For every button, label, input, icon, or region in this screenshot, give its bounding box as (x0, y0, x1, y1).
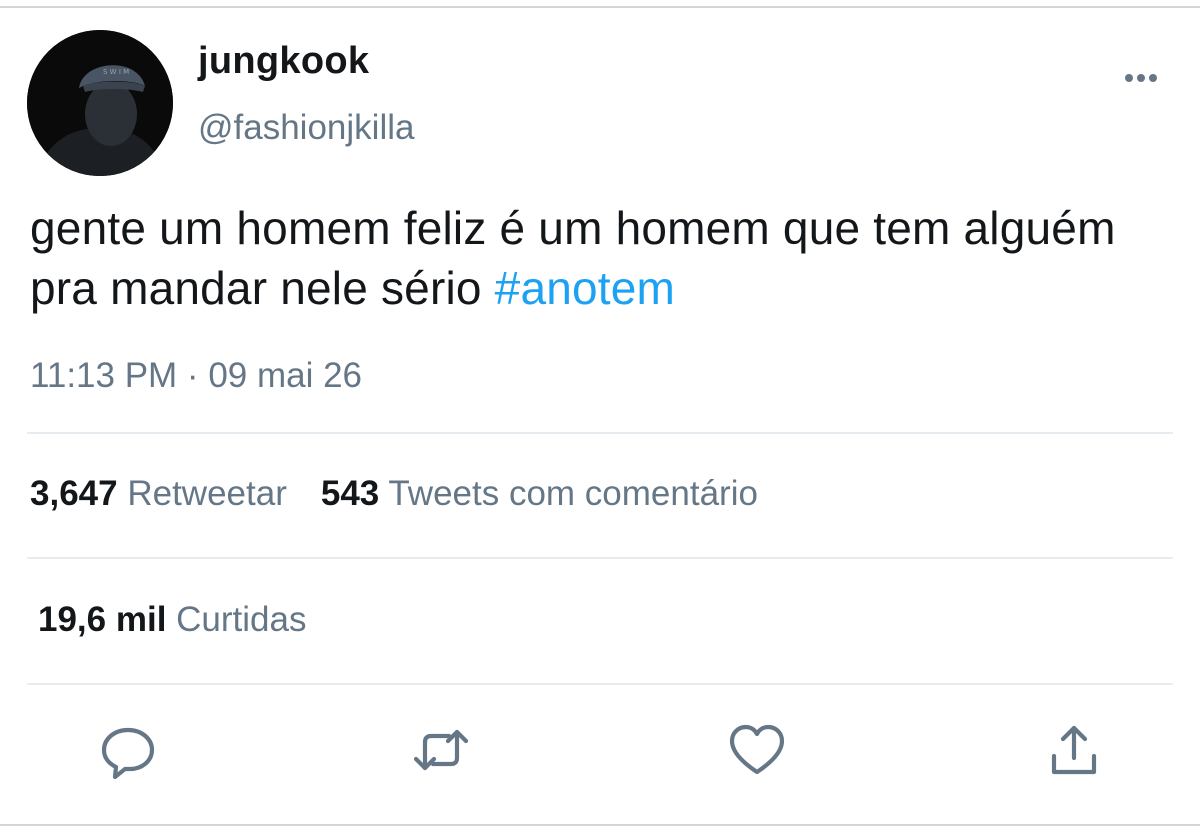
more-options-button[interactable] (1118, 62, 1164, 92)
svg-text:S W I M: S W I M (103, 68, 129, 76)
retweets-count: 3,647 (30, 474, 118, 513)
likes-stat[interactable]: 19,6 mil Curtidas (38, 600, 306, 640)
retweet-button[interactable] (411, 720, 471, 780)
display-name[interactable]: jungkook (198, 40, 369, 83)
retweets-stat[interactable]: 3,647 Retweetar (30, 474, 287, 513)
quote-tweets-stat[interactable]: 543 Tweets com comentário (321, 474, 758, 513)
top-divider (0, 6, 1200, 8)
share-icon (1051, 725, 1097, 775)
quote-tweets-count: 543 (320, 474, 380, 513)
more-dots-icon (1125, 74, 1157, 82)
user-handle[interactable]: @fashionjkilla (198, 108, 414, 148)
retweet-icon (413, 729, 469, 771)
likes-count: 19,6 mil (38, 600, 167, 639)
divider (27, 683, 1173, 685)
avatar[interactable]: S W I M (27, 30, 173, 176)
tweet-text: gente um homem feliz é um homem que tem … (30, 198, 1170, 318)
likes-label: Curtidas (176, 600, 307, 639)
bottom-divider (0, 824, 1200, 826)
reply-icon (101, 727, 155, 780)
reply-button[interactable] (98, 720, 158, 780)
like-icon (729, 724, 785, 775)
retweets-label: Retweetar (127, 474, 287, 513)
quote-tweets-label: Tweets com comentário (388, 474, 758, 513)
share-button[interactable] (1044, 720, 1104, 780)
tweet-timestamp[interactable]: 11:13 PM · 09 mai 26 (30, 356, 362, 396)
avatar-photo-icon: S W I M (27, 30, 173, 176)
divider (27, 557, 1173, 559)
engagement-stats: 3,647 Retweetar 543 Tweets com comentário (30, 474, 758, 514)
divider (27, 432, 1173, 434)
like-button[interactable] (727, 720, 787, 780)
hashtag-link[interactable]: #anotem (495, 262, 675, 314)
